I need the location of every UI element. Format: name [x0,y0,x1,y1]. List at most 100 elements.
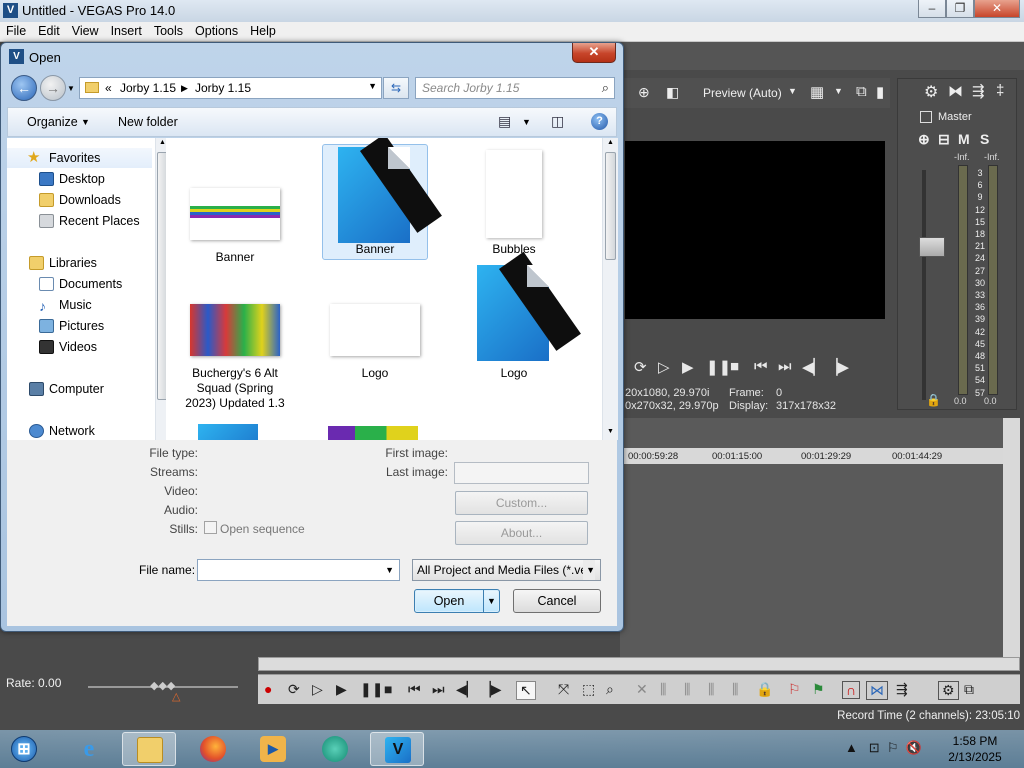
about-button[interactable]: About... [455,521,588,545]
breadcrumb-separator[interactable]: ▶ [181,83,188,94]
breadcrumb-item[interactable]: Jorby 1.15 [195,81,251,95]
lock-icon[interactable]: 🔒 [756,681,773,698]
file-item-selected[interactable]: Banner [322,138,442,260]
back-button[interactable]: ← [11,75,37,101]
open-button[interactable]: Open ▼ [414,589,500,613]
start-button[interactable]: ⊞ [0,732,50,766]
scroll-up-icon[interactable]: ▲ [607,139,614,146]
menu-file[interactable]: File [0,22,32,40]
go-to-end-icon[interactable]: ⏭ [778,358,792,375]
previous-frame-icon[interactable]: ◀▏ [802,358,825,376]
nav-item-videos[interactable]: Videos [7,337,152,357]
custom-button[interactable]: Custom... [455,491,588,515]
play-from-start-icon[interactable]: ▷ [658,358,670,376]
previous-frame-icon[interactable]: ◀▏ [456,681,478,698]
trim-start-icon[interactable]: ⫼ [684,681,690,698]
chevron-down-icon[interactable]: ▼ [385,565,394,575]
menu-edit[interactable]: Edit [32,22,66,40]
trim-icon[interactable]: ⫼ [660,681,666,698]
recent-pages-dropdown[interactable]: ▼ [67,84,75,93]
open-options-dropdown[interactable]: ▼ [483,590,499,612]
volume-muted-icon[interactable]: 🔇 [906,740,922,755]
snapping-magnet-icon[interactable]: ∩ [842,681,861,699]
file-item-partial[interactable] [198,424,258,440]
timeline-vertical-scrollbar[interactable] [1003,418,1020,658]
copy-snapshot-icon[interactable]: ⧉ [856,83,867,100]
file-type-filter-dropdown[interactable]: All Project and Media Files (*.ve ▼ [412,559,601,581]
save-snapshot-icon[interactable]: ▮ [876,83,884,101]
nav-item-music[interactable]: ♪ Music [7,295,152,315]
breadcrumb-overflow[interactable]: « [105,81,112,95]
network-icon[interactable]: ⊡ [869,740,880,755]
trim-end-icon[interactable]: ⫼ [708,681,714,698]
breadcrumb-item[interactable]: Jorby 1.15 [120,81,176,95]
maximize-button[interactable]: ❐ [946,0,974,18]
search-input[interactable]: Search Jorby 1.15 ⌕ [415,77,615,99]
pause-icon[interactable]: ❚❚ [706,358,731,376]
auto-crossfade-icon[interactable]: ⋈ [866,681,888,700]
taskbar-media-player[interactable]: ▶ [246,732,300,766]
next-frame-icon[interactable]: ▕▶ [480,681,502,698]
minimize-button[interactable]: – [918,0,946,18]
menu-tools[interactable]: Tools [148,22,189,40]
taskbar-app[interactable] [308,732,362,766]
go-to-start-icon[interactable]: ⏮ [754,358,768,375]
preview-device-icon[interactable]: ◧ [666,84,679,101]
ripple-edit-icon[interactable]: ⇶ [896,681,908,698]
preview-quality-dropdown[interactable]: Preview (Auto) [703,86,782,100]
refresh-button[interactable]: ⇆ [383,77,409,99]
taskbar-file-explorer[interactable] [122,732,176,766]
forward-button[interactable]: → [40,75,66,101]
taskbar-clock[interactable]: 1:58 PM 2/13/2025 [930,733,1020,765]
taskbar-vegas-pro[interactable]: V [370,732,424,766]
solo-button[interactable]: S [980,131,989,147]
file-name-input[interactable]: ▼ [197,559,400,581]
action-center-flag-icon[interactable]: ⚐ [887,740,899,755]
help-icon[interactable]: ? [591,113,608,130]
lock-envelopes-icon[interactable]: ⚙ [938,681,959,700]
file-item[interactable]: Buchergy's 6 Alt Squad (Spring 2023) Upd… [182,302,288,422]
change-view-icon[interactable]: ▤ [498,113,511,130]
downmix-icon[interactable]: ‡ [996,82,1004,99]
split-screen-icon[interactable]: ⊕ [638,84,650,101]
scrollbar-thumb[interactable] [605,152,616,260]
scroll-up-icon[interactable]: ▲ [159,139,166,146]
master-checkbox[interactable] [920,111,932,123]
taskbar-firefox[interactable] [186,732,240,766]
file-item[interactable]: Banner [182,186,288,302]
organize-button[interactable]: Organize [27,115,78,129]
show-hidden-icons-icon[interactable]: ▲ [845,740,858,755]
ignore-grouping-icon[interactable]: ⧉ [964,681,974,698]
normal-edit-tool-icon[interactable]: ↖ [516,681,536,700]
chevron-down-icon[interactable]: ▼ [522,117,531,127]
nav-item-libraries[interactable]: Libraries [7,253,152,273]
time-ruler[interactable]: 00:00:59:28 00:01:15:00 00:01:29:29 00:0… [620,448,1003,464]
delete-icon[interactable]: ✕ [636,681,648,698]
new-folder-button[interactable]: New folder [118,115,178,129]
split-icon[interactable]: ⫼ [732,681,738,698]
nav-item-desktop[interactable]: Desktop [7,169,152,189]
selection-tool-icon[interactable]: ⬚ [582,681,595,698]
play-icon[interactable]: ▶ [682,358,694,376]
play-icon[interactable]: ▶ [336,681,347,698]
stop-icon[interactable]: ■ [730,358,739,375]
envelope-tool-icon[interactable]: ⤧ [558,681,569,698]
fx-icon[interactable]: ⇶ [972,82,985,100]
menu-help[interactable]: Help [244,22,282,40]
fx-chain-icon[interactable]: ⊕ [918,131,930,148]
file-list[interactable]: Banner Banner Bubbles Buchergy's 6 Alt S… [166,138,602,440]
close-window-button[interactable]: ✕ [974,0,1020,18]
search-icon[interactable]: ⌕ [602,80,609,96]
file-item[interactable]: Bubbles [461,144,567,260]
pause-icon[interactable]: ❚❚ [360,681,383,698]
go-to-start-icon[interactable]: ⏮ [408,681,421,698]
record-icon[interactable]: ● [264,681,272,697]
nav-item-downloads[interactable]: Downloads [7,190,152,210]
loop-playback-icon[interactable]: ⟳ [288,681,300,698]
insert-marker-icon[interactable]: ⚐ [788,681,801,698]
cancel-button[interactable]: Cancel [513,589,601,613]
pre-fader-icon[interactable]: ⧓ [948,82,963,100]
master-fader-handle[interactable] [919,237,945,257]
file-item[interactable]: Logo [461,251,581,380]
next-frame-icon[interactable]: ▕▶ [826,358,849,376]
